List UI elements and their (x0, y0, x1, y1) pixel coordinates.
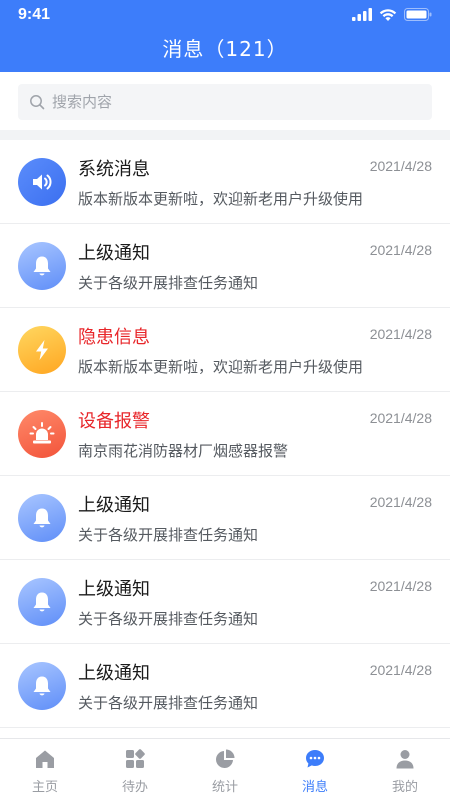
status-time: 9:41 (18, 6, 51, 23)
tab-label: 主页 (31, 780, 58, 795)
message-preview: 南京雨花消防器材厂烟感器报警 (78, 442, 289, 460)
app-header: 9:41 消息（121） (0, 0, 450, 72)
pie-chart-icon (216, 749, 235, 768)
message-date: 2021/4/28 (369, 242, 432, 258)
tab-statistics[interactable]: 统计 (180, 739, 270, 800)
speaker-icon (33, 174, 52, 190)
tab-home[interactable]: 主页 (0, 739, 90, 800)
message-item-system[interactable]: 系统消息 2021/4/28 版本新版本更新啦，欢迎新老用户升级使用 (0, 140, 450, 224)
tab-todo[interactable]: 待办 (90, 739, 180, 800)
message-preview: 版本新版本更新啦，欢迎新老用户升级使用 (78, 190, 364, 208)
bell-icon (33, 256, 51, 276)
tab-profile[interactable]: 我的 (360, 739, 450, 800)
home-icon (36, 750, 54, 768)
message-date: 2021/4/28 (369, 326, 432, 342)
user-icon (396, 750, 414, 769)
tab-label: 统计 (211, 780, 238, 795)
message-title: 上级通知 (78, 663, 150, 684)
signal-icon (352, 8, 372, 21)
message-avatar (18, 662, 66, 710)
message-title: 隐患信息 (78, 327, 150, 348)
tab-label: 我的 (391, 780, 418, 795)
message-title: 上级通知 (78, 495, 150, 516)
page-title: 消息（121） (162, 37, 288, 61)
message-list: 系统消息 2021/4/28 版本新版本更新啦，欢迎新老用户升级使用 上级通知 … (0, 140, 450, 728)
chat-icon (306, 750, 324, 768)
bell-icon (33, 676, 51, 696)
message-date: 2021/4/28 (369, 410, 432, 426)
alarm-light-icon (29, 422, 55, 444)
apps-icon (126, 749, 145, 768)
lightning-icon (36, 340, 48, 360)
message-preview: 版本新版本更新啦，欢迎新老用户升级使用 (78, 358, 364, 376)
message-preview: 关于各级开展排查任务通知 (78, 526, 259, 544)
search-area (0, 72, 450, 130)
message-date: 2021/4/28 (369, 158, 432, 174)
message-avatar (18, 410, 66, 458)
bell-icon (33, 508, 51, 528)
search-input[interactable] (52, 84, 412, 120)
message-item-notice[interactable]: 上级通知 2021/4/28 关于各级开展排查任务通知 (0, 644, 450, 728)
bottom-tab-bar: 主页 待办 统计 消息 我的 (0, 738, 450, 800)
message-title: 系统消息 (78, 159, 150, 180)
battery-icon (404, 8, 432, 21)
message-avatar (18, 242, 66, 290)
message-date: 2021/4/28 (369, 578, 432, 594)
message-date: 2021/4/28 (369, 662, 432, 678)
message-date: 2021/4/28 (369, 494, 432, 510)
message-preview: 关于各级开展排查任务通知 (78, 610, 259, 628)
message-title: 设备报警 (78, 411, 150, 432)
message-item-notice[interactable]: 上级通知 2021/4/28 关于各级开展排查任务通知 (0, 224, 450, 308)
message-item-notice[interactable]: 上级通知 2021/4/28 关于各级开展排查任务通知 (0, 476, 450, 560)
message-title: 上级通知 (78, 579, 150, 600)
message-title: 上级通知 (78, 243, 150, 264)
message-avatar (18, 578, 66, 626)
bell-icon (33, 592, 51, 612)
message-item-notice[interactable]: 上级通知 2021/4/28 关于各级开展排查任务通知 (0, 560, 450, 644)
tab-messages[interactable]: 消息 (270, 739, 360, 800)
message-preview: 关于各级开展排查任务通知 (78, 694, 259, 712)
tab-label: 消息 (301, 780, 328, 795)
status-icons (352, 8, 432, 21)
section-divider (0, 130, 450, 140)
tab-label: 待办 (121, 780, 148, 795)
message-avatar (18, 494, 66, 542)
message-avatar (18, 326, 66, 374)
search-box[interactable] (18, 84, 432, 120)
status-bar: 9:41 (0, 0, 450, 30)
message-avatar (18, 158, 66, 206)
wifi-icon (379, 9, 397, 21)
message-item-alarm[interactable]: 设备报警 2021/4/28 南京雨花消防器材厂烟感器报警 (0, 392, 450, 476)
message-item-hazard[interactable]: 隐患信息 2021/4/28 版本新版本更新啦，欢迎新老用户升级使用 (0, 308, 450, 392)
message-preview: 关于各级开展排查任务通知 (78, 274, 259, 292)
search-icon (30, 95, 45, 110)
